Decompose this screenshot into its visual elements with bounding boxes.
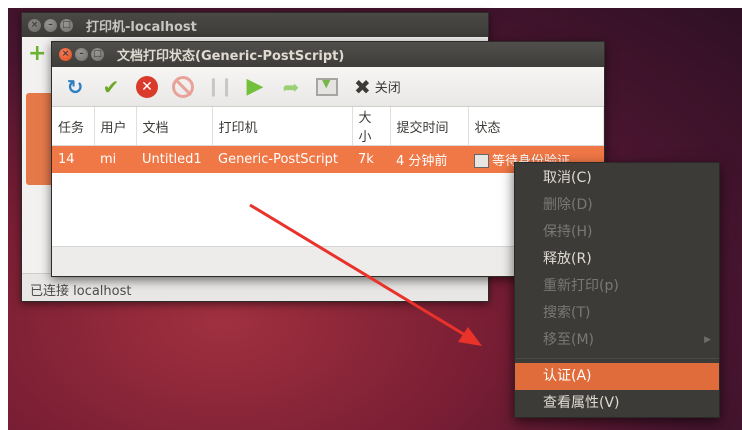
menu-item-hold[interactable]: 保持(H) [515,219,719,246]
menu-item-properties[interactable]: 查看属性(V) [515,390,719,417]
menu-item-search[interactable]: 搜索(T) [515,300,719,327]
submenu-arrow-icon: ▶ [704,335,711,345]
menu-item-reprint[interactable]: 重新打印(p) [515,273,719,300]
menu-separator [515,358,719,359]
menu-item-release[interactable]: 释放(R) [515,246,719,273]
menu-item-move-to-label: 移至(M) [543,332,595,348]
job-context-menu: 取消(C) 删除(D) 保持(H) 释放(R) 重新打印(p) 搜索(T) 移至… [514,162,720,418]
menu-item-authenticate[interactable]: 认证(A) [515,363,719,390]
menu-item-delete[interactable]: 删除(D) [515,192,719,219]
menu-item-cancel[interactable]: 取消(C) [515,165,719,192]
menu-item-move-to[interactable]: 移至(M) ▶ [515,327,719,354]
